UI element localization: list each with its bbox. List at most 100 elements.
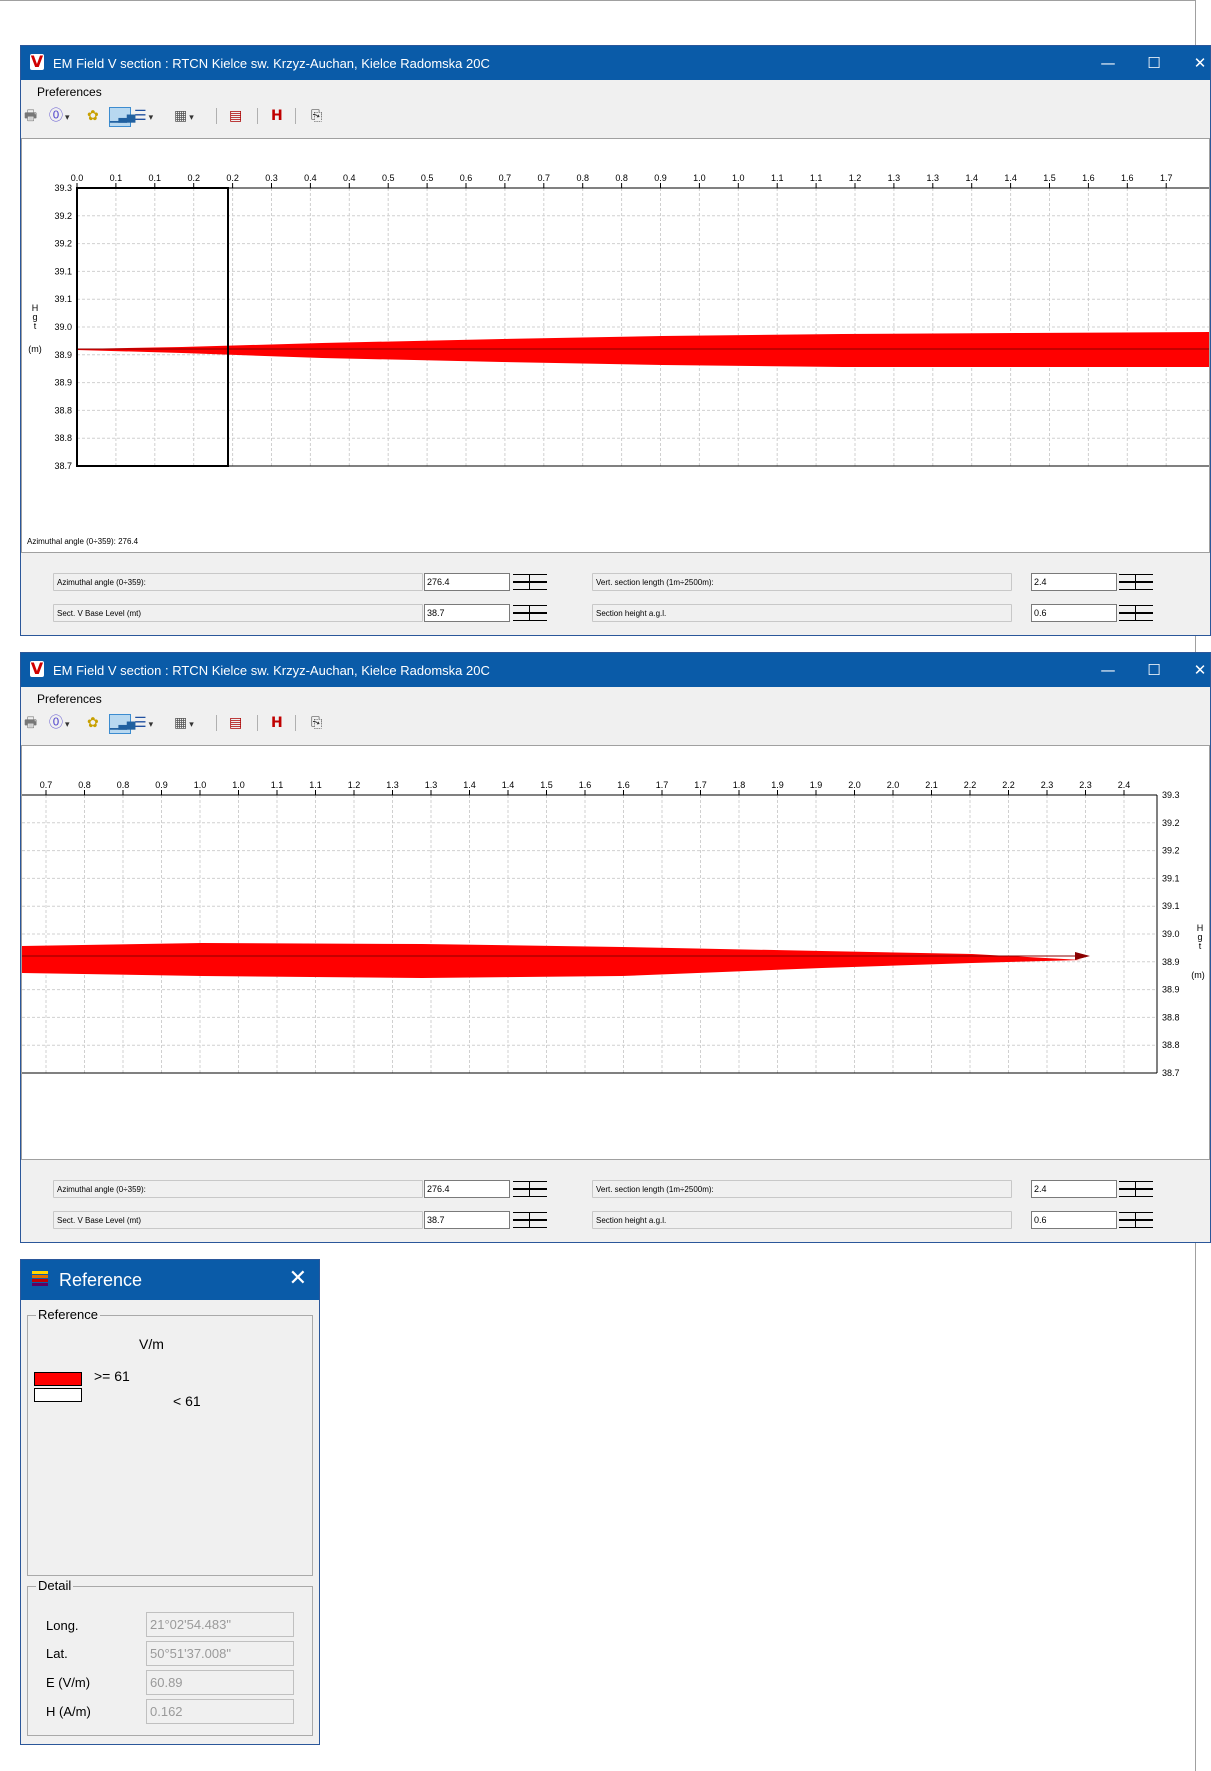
print-icon[interactable]: 🖶 [24, 714, 37, 732]
palette-icon[interactable]: ✿ [87, 107, 99, 125]
x-tick-label: 1.0 [194, 780, 207, 790]
export-icon[interactable]: ⎘ [311, 714, 322, 732]
status-azimuth: Azimuthal angle (0÷359): 276.4 [27, 537, 139, 546]
y-tick-label: 39.1 [54, 294, 72, 304]
section-chart-2[interactable]: 0.7 0.8 0.8 0.9 1.0 1.0 1.1 1.1 1.2 1.3 1.3 1.4 1.4 1… [21, 745, 1210, 1160]
azimuth-spinner[interactable] [513, 1181, 547, 1197]
x-tick-label: 2.3 [1079, 780, 1092, 790]
x-tick-label: 1.1 [810, 173, 823, 183]
azimuth-input[interactable]: 276.4 [424, 573, 510, 591]
lat-field[interactable]: 50°51'37.008" [146, 1641, 294, 1666]
y-tick-label: 38.8 [54, 433, 72, 443]
long-field[interactable]: 21°02'54.483" [146, 1612, 294, 1637]
close-icon[interactable]: ✕ [289, 1266, 307, 1291]
legend-label-high: >= 61 [94, 1368, 130, 1384]
toolbar-separator [216, 108, 217, 124]
h-field-label: H (A/m) [46, 1704, 91, 1719]
section-height-spinner[interactable] [1119, 1212, 1153, 1228]
title-bar[interactable]: V EM Field V section : RTCN Kielce sw. K… [21, 653, 1210, 687]
x-tick-label: 2.2 [964, 780, 977, 790]
x-tick-label: 0.8 [117, 780, 130, 790]
chart-view-icon[interactable]: ▁▃▅ [109, 107, 135, 127]
section-height-input[interactable]: 0.6 [1031, 604, 1117, 622]
minimize-button[interactable]: — [1085, 653, 1131, 687]
y-axis-label: t [1199, 941, 1202, 951]
export-icon[interactable]: ⎘ [311, 107, 322, 125]
chart-view-icon[interactable]: ▁▃▅ [109, 714, 135, 734]
grid-icon[interactable]: ▦ [174, 714, 194, 732]
x-tick-label: 1.4 [1004, 173, 1017, 183]
azimuth-spinner[interactable] [513, 574, 547, 590]
y-tick-label: 38.8 [54, 405, 72, 415]
window-title: EM Field V section : RTCN Kielce sw. Krz… [53, 56, 490, 71]
x-tick-label: 1.7 [1160, 173, 1173, 183]
toolbar-separator [295, 715, 296, 731]
vert-length-input[interactable]: 2.4 [1031, 573, 1117, 591]
x-tick-label: 0.3 [265, 173, 278, 183]
minimize-button[interactable]: — [1085, 46, 1131, 80]
y-tick-label: 39.0 [54, 322, 72, 332]
x-tick-label: 1.0 [693, 173, 706, 183]
list-view-icon[interactable]: ☰ [134, 107, 153, 125]
menu-preferences[interactable]: Preferences [37, 692, 102, 706]
list-view-icon[interactable]: ☰ [134, 714, 153, 732]
antenna-icon[interactable]: ⓪ [49, 714, 70, 732]
y-tick-label: 39.2 [54, 211, 72, 221]
legend-icon[interactable]: ▤ [229, 714, 242, 732]
section-chart-svg: 0.7 0.8 0.8 0.9 1.0 1.0 1.1 1.1 1.2 1.3 1.3 1.4 1.4 1… [22, 780, 1205, 1078]
maximize-button[interactable]: ☐ [1131, 653, 1177, 687]
x-tick-label: 2.0 [887, 780, 900, 790]
base-level-input[interactable]: 38.7 [424, 1211, 510, 1229]
section-height-input[interactable]: 0.6 [1031, 1211, 1117, 1229]
section-height-spinner[interactable] [1119, 605, 1153, 621]
h-field-value[interactable]: 0.162 [146, 1699, 294, 1724]
x-tick-label: 1.2 [348, 780, 361, 790]
print-icon[interactable]: 🖶 [24, 107, 37, 125]
maximize-button[interactable]: ☐ [1131, 46, 1177, 80]
y-tick-label: 39.3 [54, 183, 72, 193]
azimuth-input[interactable]: 276.4 [424, 1180, 510, 1198]
vert-length-input[interactable]: 2.4 [1031, 1180, 1117, 1198]
y-tick-label: 39.1 [1162, 873, 1180, 883]
section-chart-1[interactable]: 0.0 0.1 0.1 0.2 0.2 0.3 0.4 0.4 0.5 0.5 0.6 0.7 0.7 0… [21, 138, 1210, 553]
x-tick-label: 1.4 [463, 780, 476, 790]
x-tick-label: 2.3 [1041, 780, 1054, 790]
y-axis-label: t [34, 321, 37, 331]
reference-title-bar[interactable]: Reference ✕ [21, 1260, 319, 1300]
h-field-icon[interactable]: H [271, 107, 283, 125]
antenna-icon[interactable]: ⓪ [49, 107, 70, 125]
legend-icon[interactable]: ▤ [229, 107, 242, 125]
em-field-window-1: V EM Field V section : RTCN Kielce sw. K… [20, 45, 1211, 636]
h-field-icon[interactable]: H [271, 714, 283, 732]
base-level-spinner[interactable] [513, 605, 547, 621]
legend-swatch-high [34, 1372, 82, 1386]
grid-icon[interactable]: ▦ [174, 107, 194, 125]
vert-length-spinner[interactable] [1119, 1181, 1153, 1197]
palette-icon[interactable]: ✿ [87, 714, 99, 732]
base-level-spinner[interactable] [513, 1212, 547, 1228]
menu-bar: Preferences [21, 80, 1210, 104]
base-level-input[interactable]: 38.7 [424, 604, 510, 622]
toolbar-separator [216, 715, 217, 731]
y-tick-label: 39.2 [1162, 846, 1180, 856]
close-button[interactable]: ✕ [1177, 653, 1210, 687]
title-bar[interactable]: V EM Field V section : RTCN Kielce sw. K… [21, 46, 1210, 80]
menu-preferences[interactable]: Preferences [37, 85, 102, 99]
y-tick-label: 38.8 [1162, 1012, 1180, 1022]
x-tick-label: 1.6 [579, 780, 592, 790]
x-tick-label: 1.8 [733, 780, 746, 790]
x-tick-label: 0.6 [460, 173, 473, 183]
detail-group-label: Detail [36, 1578, 74, 1593]
vert-length-spinner[interactable] [1119, 574, 1153, 590]
x-tick-label: 1.6 [1121, 173, 1134, 183]
close-button[interactable]: ✕ [1177, 46, 1210, 80]
e-field-value[interactable]: 60.89 [146, 1670, 294, 1695]
vert-length-label: Vert. section length (1m÷2500m): [592, 573, 1012, 591]
vert-length-label: Vert. section length (1m÷2500m): [592, 1180, 1012, 1198]
section-height-label: Section height a.g.l. [592, 604, 1012, 622]
e-field-label: E (V/m) [46, 1675, 91, 1690]
y-axis-unit: (m) [1191, 970, 1205, 980]
x-tick-label: 0.4 [304, 173, 317, 183]
window-title: EM Field V section : RTCN Kielce sw. Krz… [53, 663, 490, 678]
x-tick-label: 0.2 [187, 173, 200, 183]
